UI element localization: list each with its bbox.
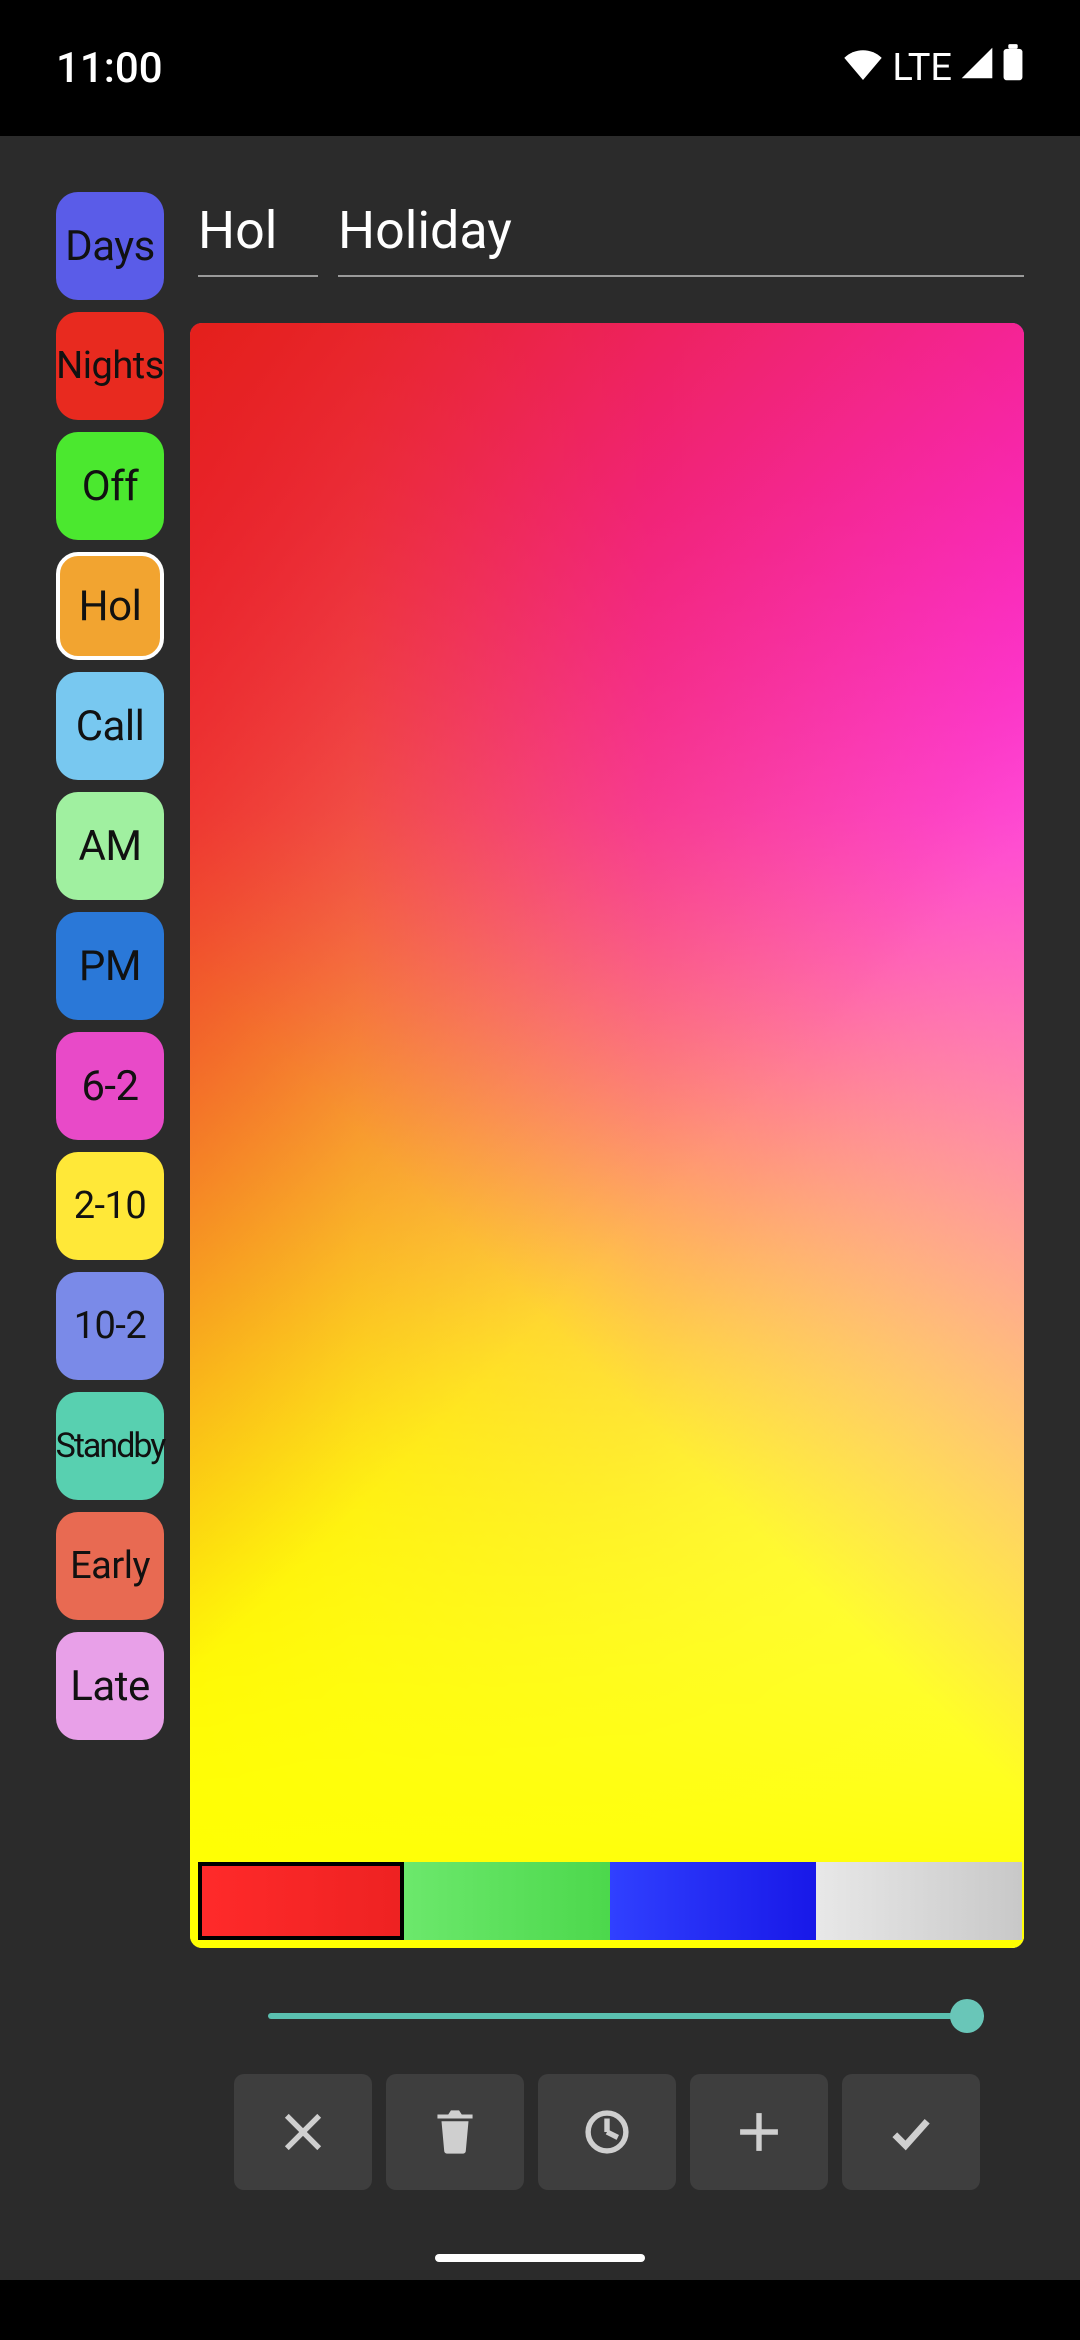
delete-button[interactable] (386, 2074, 524, 2190)
swatch-row (198, 1862, 1024, 1940)
status-icons: LTE (842, 44, 1024, 92)
tag-am[interactable]: AM (56, 792, 164, 900)
tag-sidebar: Days Nights Off Hol Call AM PM 6-2 2-10 10-2 Stand… (56, 192, 164, 1740)
cancel-button[interactable] (234, 2074, 372, 2190)
tag-late[interactable]: Late (56, 1632, 164, 1740)
tag-10-2[interactable]: 10-2 (56, 1272, 164, 1380)
battery-icon (1002, 44, 1024, 92)
swatch-red[interactable] (198, 1862, 404, 1940)
network-label: LTE (892, 46, 952, 90)
action-bar (190, 2074, 1024, 2190)
swatch-gray[interactable] (816, 1862, 1022, 1940)
swatch-blue[interactable] (610, 1862, 816, 1940)
add-button[interactable] (690, 2074, 828, 2190)
wifi-icon (842, 46, 884, 90)
slider-track (268, 2013, 984, 2019)
tag-days[interactable]: Days (56, 192, 164, 300)
tag-standby[interactable]: Standby (56, 1392, 164, 1500)
tag-hol[interactable]: Hol (56, 552, 164, 660)
signal-icon (960, 46, 994, 90)
tag-call[interactable]: Call (56, 672, 164, 780)
brightness-slider[interactable] (268, 1994, 984, 2038)
nav-handle[interactable] (435, 2254, 645, 2262)
tag-2-10[interactable]: 2-10 (56, 1152, 164, 1260)
name-inputs (190, 192, 1024, 277)
editor-panel (190, 192, 1024, 2190)
status-time: 11:00 (56, 44, 163, 93)
time-button[interactable] (538, 2074, 676, 2190)
tag-nights[interactable]: Nights (56, 312, 164, 420)
color-picker[interactable] (190, 323, 1024, 1948)
tag-off[interactable]: Off (56, 432, 164, 540)
status-bar: 11:00 LTE (0, 0, 1080, 136)
tag-6-2[interactable]: 6-2 (56, 1032, 164, 1140)
tag-pm[interactable]: PM (56, 912, 164, 1020)
app-body: Days Nights Off Hol Call AM PM 6-2 2-10 10-2 Stand… (0, 136, 1080, 2280)
tag-early[interactable]: Early (56, 1512, 164, 1620)
swatch-green[interactable] (404, 1862, 610, 1940)
tag-long-input[interactable] (338, 192, 1024, 277)
confirm-button[interactable] (842, 2074, 980, 2190)
slider-thumb[interactable] (950, 1999, 984, 2033)
tag-short-input[interactable] (198, 192, 318, 277)
